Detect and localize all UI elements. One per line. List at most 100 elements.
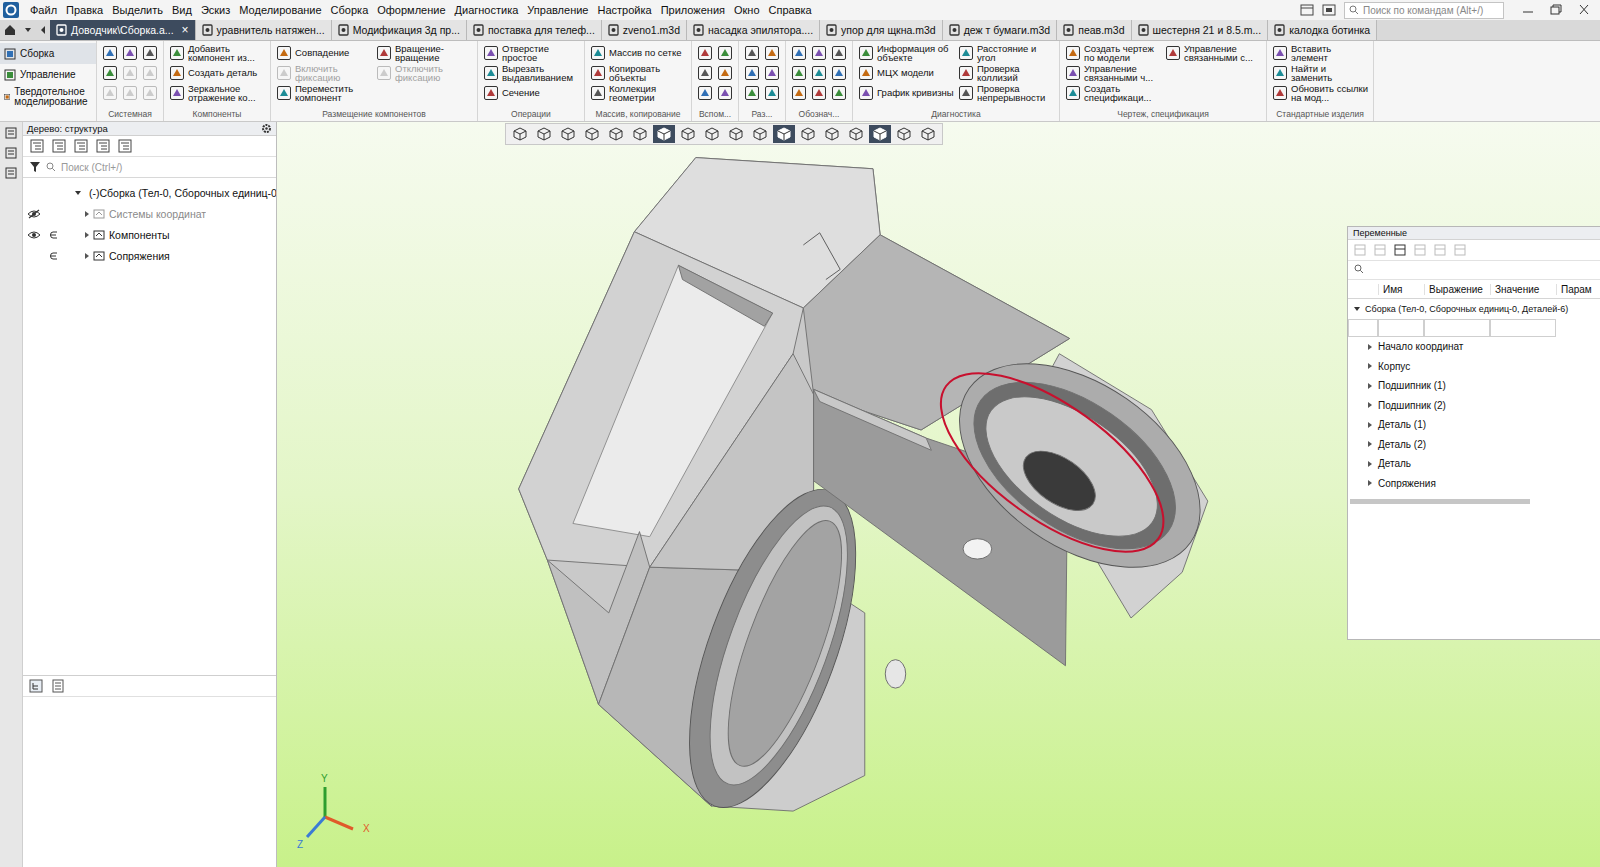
tree-item[interactable]: Компоненты: [23, 224, 276, 245]
document-tab[interactable]: Доводчик\Сборка.а...×: [50, 20, 196, 40]
variable-row[interactable]: Начало координат: [1348, 337, 1600, 357]
layout-icon[interactable]: [1300, 4, 1314, 16]
list-view-icon[interactable]: [51, 679, 65, 693]
view-button[interactable]: [605, 125, 627, 143]
view-button[interactable]: [653, 125, 675, 143]
ribbon-button[interactable]: [122, 85, 138, 101]
selected-edge[interactable]: [912, 340, 1191, 585]
variable-row[interactable]: Деталь: [1348, 454, 1600, 474]
menu-item[interactable]: Диагностика: [452, 4, 525, 16]
ribbon-button[interactable]: [102, 65, 118, 81]
document-tab[interactable]: шестерня 21 и 8.5.m...: [1132, 20, 1269, 40]
variable-row[interactable]: Сопряжения: [1348, 474, 1600, 494]
menu-item[interactable]: Моделирование: [236, 4, 327, 16]
variable-tool-icon[interactable]: [1433, 243, 1447, 257]
ribbon-button[interactable]: Управление связанными с...: [1165, 44, 1261, 63]
document-tab[interactable]: упор для щкна.m3d: [820, 20, 943, 40]
view-button[interactable]: [821, 125, 843, 143]
variable-tool-icon[interactable]: [1393, 243, 1407, 257]
expand-toggle[interactable]: [1368, 461, 1372, 467]
include-icon[interactable]: [49, 251, 59, 261]
ribbon-button[interactable]: [744, 85, 760, 101]
ribbon-button[interactable]: Копировать объекты: [590, 64, 686, 83]
horizontal-scrollbar[interactable]: [1350, 499, 1530, 504]
tree-search[interactable]: Поиск (Ctrl+/): [23, 157, 276, 178]
ribbon-button[interactable]: [764, 85, 780, 101]
variable-row[interactable]: Деталь (1): [1348, 415, 1600, 435]
tree-tool-icon[interactable]: [95, 138, 111, 154]
view-button[interactable]: [773, 125, 795, 143]
menu-item[interactable]: Оформление: [374, 4, 451, 16]
variable-tool-icon[interactable]: [1413, 243, 1427, 257]
ribbon-button[interactable]: [744, 65, 760, 81]
mode-item[interactable]: Твердотельное моделирование: [0, 85, 96, 109]
command-search[interactable]: Поиск по командам (Alt+/): [1344, 2, 1504, 19]
tabs-menu-icon[interactable]: [23, 23, 33, 37]
menu-item[interactable]: Правка: [63, 4, 109, 16]
tree-item[interactable]: Сопряжения: [23, 245, 276, 266]
variable-edit-row[interactable]: [1348, 319, 1600, 337]
ribbon-button[interactable]: Создать деталь: [169, 65, 265, 81]
visibility-icon[interactable]: [27, 230, 41, 240]
document-tab[interactable]: поставка для телеф...: [467, 20, 602, 40]
view-button[interactable]: [509, 125, 531, 143]
document-tab[interactable]: zveno1.m3d: [602, 20, 687, 40]
ribbon-button[interactable]: [831, 65, 847, 81]
view-button[interactable]: [845, 125, 867, 143]
ribbon-button[interactable]: Отключить фиксацию: [376, 64, 472, 83]
panel-icon[interactable]: [4, 166, 18, 180]
column-header[interactable]: Значение: [1490, 284, 1556, 295]
variable-row[interactable]: Подшипник (2): [1348, 396, 1600, 416]
expand-toggle[interactable]: [1354, 307, 1360, 311]
ribbon-button[interactable]: Проверка непрерывности: [958, 84, 1054, 103]
menu-item[interactable]: Управление: [524, 4, 594, 16]
document-tab[interactable]: уравнитель натяжен...: [196, 20, 332, 40]
expand-toggle[interactable]: [85, 211, 89, 217]
view-button[interactable]: [869, 125, 891, 143]
ribbon-button[interactable]: [717, 65, 733, 81]
expand-toggle[interactable]: [1368, 441, 1372, 447]
ribbon-button[interactable]: Обновить ссылки на мод...: [1272, 84, 1368, 103]
tree-view-icon[interactable]: [29, 679, 43, 693]
close-icon[interactable]: [1570, 3, 1598, 17]
expand-toggle[interactable]: [1368, 383, 1372, 389]
ribbon-button[interactable]: [697, 85, 713, 101]
menu-item[interactable]: Вид: [169, 4, 198, 16]
variable-tool-icon[interactable]: [1353, 243, 1367, 257]
ribbon-button[interactable]: Управление связанными ч...: [1065, 64, 1161, 83]
variable-row[interactable]: Подшипник (1): [1348, 376, 1600, 396]
ribbon-button[interactable]: [831, 85, 847, 101]
expand-toggle[interactable]: [85, 232, 89, 238]
view-button[interactable]: [533, 125, 555, 143]
ribbon-button[interactable]: [831, 45, 847, 61]
expand-toggle[interactable]: [1368, 344, 1372, 350]
view-button[interactable]: [629, 125, 651, 143]
ribbon-button[interactable]: [142, 45, 158, 61]
visibility-icon[interactable]: [27, 209, 41, 219]
ribbon-button[interactable]: [764, 65, 780, 81]
ribbon-button[interactable]: [744, 45, 760, 61]
document-tab[interactable]: пеав.m3d: [1057, 20, 1131, 40]
expand-toggle[interactable]: [85, 253, 89, 259]
ribbon-button[interactable]: Вырезать выдавливанием: [483, 64, 579, 83]
document-tab[interactable]: насадка эпилятора....: [687, 20, 820, 40]
ribbon-button[interactable]: График кривизны: [858, 85, 954, 101]
expand-toggle[interactable]: [1368, 480, 1372, 486]
menu-item[interactable]: Выделить: [109, 4, 169, 16]
ribbon-button[interactable]: [717, 45, 733, 61]
variable-tool-icon[interactable]: [1373, 243, 1387, 257]
ribbon-button[interactable]: Включить фиксацию: [276, 64, 372, 83]
tree-tool-icon[interactable]: [51, 138, 67, 154]
ribbon-button[interactable]: Вставить элемент: [1272, 44, 1368, 63]
expand-toggle[interactable]: [1368, 363, 1372, 369]
ribbon-button[interactable]: [811, 85, 827, 101]
variable-tool-icon[interactable]: [1453, 243, 1467, 257]
variable-row[interactable]: Корпус: [1348, 357, 1600, 377]
ribbon-button[interactable]: [764, 45, 780, 61]
tree-tool-icon[interactable]: [73, 138, 89, 154]
tab-close-button[interactable]: ×: [182, 23, 189, 37]
ribbon-button[interactable]: Расстояние и угол: [958, 44, 1054, 63]
expand-toggle[interactable]: [75, 191, 81, 195]
tree-item[interactable]: (-)Сборка (Тел-0, Сборочных единиц-0: [23, 182, 276, 203]
ribbon-button[interactable]: [142, 85, 158, 101]
